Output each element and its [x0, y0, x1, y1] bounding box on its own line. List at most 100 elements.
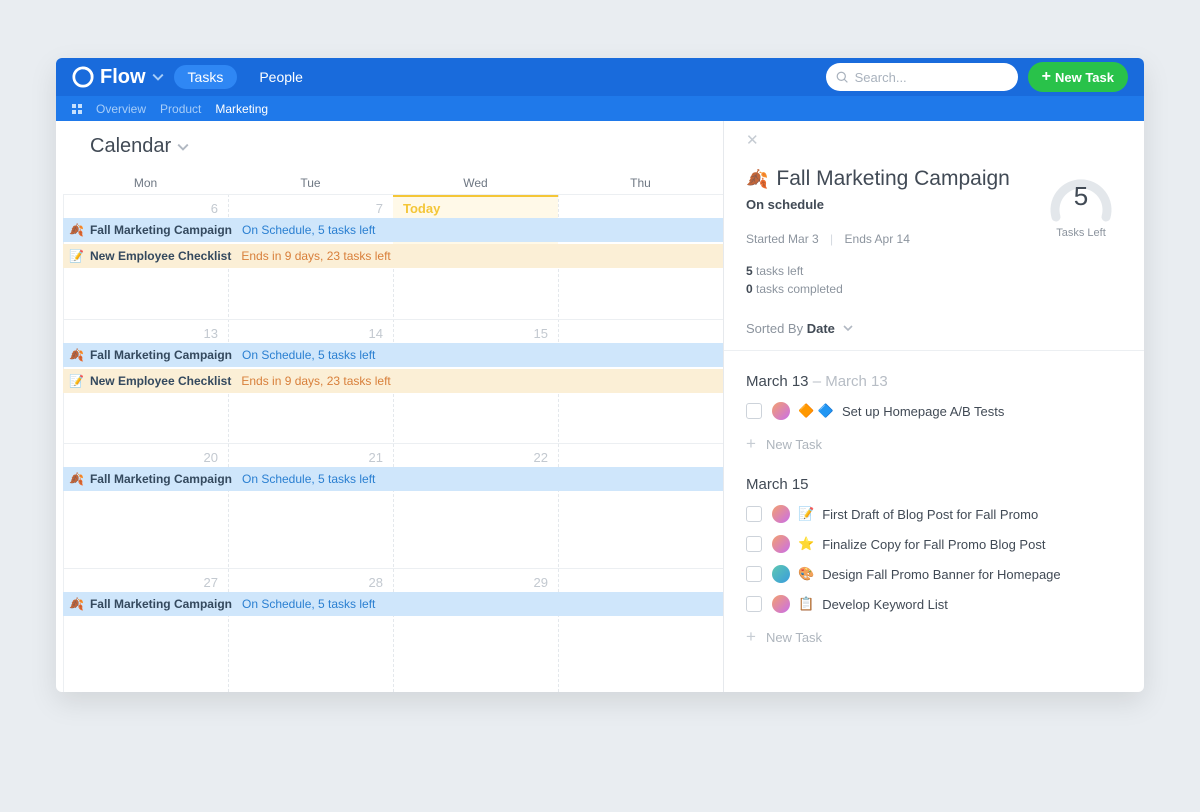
bar-meta: Ends in 9 days, 23 tasks left [241, 369, 390, 393]
checkbox[interactable] [746, 536, 762, 552]
task-row[interactable]: 📋Develop Keyword List [746, 595, 1122, 613]
date-number [558, 444, 723, 465]
gauge: 5 [1045, 167, 1117, 219]
project-bar[interactable]: 🍂Fall Marketing CampaignOn Schedule, 5 t… [63, 592, 723, 616]
new-task-button[interactable]: + New Task [1028, 62, 1128, 92]
project-bar[interactable]: 📝New Employee Checklist Ends in 9 days, 2… [63, 369, 723, 393]
bar-title: Fall Marketing Campaign [90, 467, 232, 491]
bar-title: New Employee Checklist [90, 244, 231, 268]
checkbox[interactable] [746, 403, 762, 419]
app-logo[interactable]: Flow [72, 66, 164, 89]
calendar: Calendar Mon Tue Wed Thu Today678🍂Fall M… [56, 121, 724, 692]
chevron-down-icon [843, 323, 853, 333]
tasks-left-count: 5 [746, 264, 753, 278]
task-icon: 📝 [798, 506, 814, 522]
project-bar[interactable]: 🍂Fall Marketing Campaign On Schedule, 5 t… [63, 467, 723, 491]
search-icon [836, 71, 849, 84]
date-number: 15 [393, 320, 558, 341]
task-group-header: March 15 [746, 476, 1122, 493]
day-head: Mon [63, 172, 228, 194]
nav-people[interactable]: People [245, 65, 317, 89]
calendar-week: 272829🍂Fall Marketing CampaignOn Schedul… [63, 568, 723, 693]
date-number: 6 [63, 195, 228, 216]
crumb-overview[interactable]: Overview [96, 102, 146, 116]
search-input[interactable]: Search... [826, 63, 1018, 91]
project-bar[interactable]: 🍂Fall Marketing CampaignOn Schedule, 5 t… [63, 343, 723, 367]
checkbox[interactable] [746, 506, 762, 522]
project-title: Fall Marketing Campaign [776, 167, 1009, 191]
bar-emoji-icon: 📝 [69, 369, 84, 393]
new-task-label: New Task [1055, 70, 1114, 85]
calendar-week: 202122 🍂Fall Marketing Campaign On Schedul… [63, 443, 723, 568]
day-head: Thu [558, 172, 723, 194]
search-placeholder: Search... [855, 70, 907, 85]
checkbox[interactable] [746, 566, 762, 582]
bar-meta: On Schedule, 5 tasks left [242, 467, 375, 491]
bar-emoji-icon: 🍂 [69, 467, 84, 491]
project-bar[interactable]: 🍂Fall Marketing Campaign On Schedule, 5 t… [63, 218, 723, 242]
breadcrumb: Overview Product Marketing [56, 96, 1144, 121]
today-label: Today [403, 201, 440, 216]
close-icon[interactable]: ✕ [746, 131, 759, 149]
date-number [558, 320, 723, 341]
bar-emoji-icon: 📝 [69, 244, 84, 268]
bar-emoji-icon: 🍂 [69, 218, 84, 242]
date-number: 27 [63, 569, 228, 590]
date-number: 7 [228, 195, 393, 216]
bar-meta: On Schedule, 5 tasks left [242, 218, 375, 242]
task-row[interactable]: 🔶 🔷Set up Homepage A/B Tests [746, 402, 1122, 420]
date-number [558, 569, 723, 590]
flow-icon [72, 66, 94, 88]
project-status: On schedule [746, 197, 1040, 212]
task-title: Set up Homepage A/B Tests [842, 404, 1004, 419]
crumb-product[interactable]: Product [160, 102, 201, 116]
avatar [772, 402, 790, 420]
sort-control[interactable]: Sorted By Date [746, 320, 1122, 336]
task-row[interactable]: 🎨 Design Fall Promo Banner for Homepage [746, 565, 1122, 583]
project-end: Ends Apr 14 [845, 232, 910, 246]
date-number: 21 [228, 444, 393, 465]
chevron-down-icon [152, 71, 164, 83]
chevron-down-icon[interactable] [177, 141, 189, 153]
bar-title: Fall Marketing Campaign [90, 343, 232, 367]
task-title: Develop Keyword List [822, 597, 948, 612]
project-emoji-icon: 🍂 [746, 169, 768, 190]
day-head: Wed [393, 172, 558, 194]
avatar [772, 535, 790, 553]
plus-icon: + [746, 434, 756, 454]
calendar-day-headers: Mon Tue Wed Thu [63, 172, 723, 194]
avatar [772, 565, 790, 583]
add-task-button[interactable]: +New Task [746, 627, 1122, 647]
bar-meta: On Schedule, 5 tasks left [242, 343, 375, 367]
task-row[interactable]: 📝First Draft of Blog Post for Fall Promo [746, 505, 1122, 523]
bar-title: Fall Marketing Campaign [90, 218, 232, 242]
bar-title: New Employee Checklist [90, 369, 231, 393]
checkbox[interactable] [746, 596, 762, 612]
crumb-marketing[interactable]: Marketing [215, 102, 268, 116]
project-bar[interactable]: 📝New Employee Checklist Ends in 9 days, 2… [63, 244, 723, 268]
task-title: Design Fall Promo Banner for Homepage [822, 567, 1060, 582]
task-icon: 🎨 [798, 566, 814, 582]
nav-tasks[interactable]: Tasks [174, 65, 238, 89]
add-task-button[interactable]: +New Task [746, 434, 1122, 454]
task-row[interactable]: ⭐Finalize Copy for Fall Promo Blog Post [746, 535, 1122, 553]
date-number: 29 [393, 569, 558, 590]
date-number: 22 [393, 444, 558, 465]
app-name: Flow [100, 66, 146, 89]
view-title[interactable]: Calendar [90, 135, 171, 158]
calendar-week: Today678🍂Fall Marketing CampaignOn Sched… [63, 194, 723, 319]
date-number [558, 195, 723, 216]
bar-meta: Ends in 9 days, 23 tasks left [241, 244, 390, 268]
gauge-value: 5 [1045, 181, 1117, 212]
tasks-done-count: 0 [746, 282, 753, 296]
task-title: Finalize Copy for Fall Promo Blog Post [822, 537, 1045, 552]
project-panel: ✕ 🍂 Fall Marketing Campaign On schedule … [724, 121, 1144, 692]
date-number: 20 [63, 444, 228, 465]
topbar: Flow Tasks People Search... + New Task [56, 58, 1144, 96]
bar-meta: On Schedule, 5 tasks left [242, 592, 375, 616]
project-start: Started Mar 3 [746, 232, 819, 246]
calendar-week: 131415🍂Fall Marketing CampaignOn Schedul… [63, 319, 723, 444]
avatar [772, 505, 790, 523]
grid-icon[interactable] [72, 104, 82, 114]
plus-icon: + [746, 627, 756, 647]
